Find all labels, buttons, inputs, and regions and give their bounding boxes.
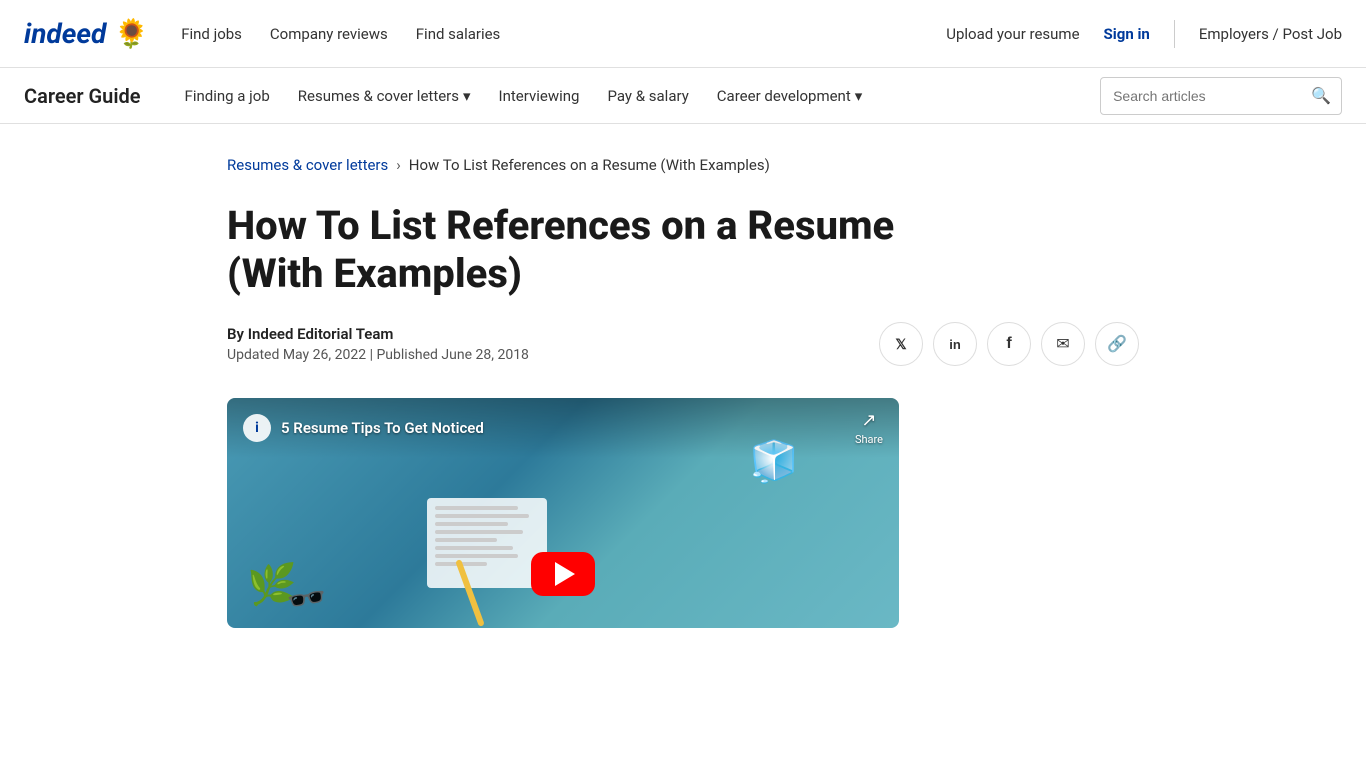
article-meta: By Indeed Editorial Team Updated May 26,…: [227, 322, 1139, 366]
video-overlay: [227, 398, 899, 628]
main-content: Resumes & cover letters › How To List Re…: [203, 124, 1163, 628]
search-button[interactable]: 🔍: [1301, 78, 1341, 114]
employers-link[interactable]: Employers / Post Job: [1199, 25, 1342, 43]
play-triangle-icon: [555, 562, 575, 586]
nav-company-reviews[interactable]: Company reviews: [270, 25, 388, 43]
breadcrumb-separator: ›: [396, 156, 401, 174]
search-icon: 🔍: [1311, 88, 1331, 105]
share-buttons: 𝕏 in f ✉ 🔗: [879, 322, 1139, 366]
facebook-icon: f: [1006, 335, 1011, 353]
link-icon: 🔗: [1107, 334, 1127, 354]
article-dates: Updated May 26, 2022 | Published June 28…: [227, 347, 879, 363]
nav-find-salaries[interactable]: Find salaries: [416, 25, 501, 43]
nav-interviewing[interactable]: Interviewing: [487, 68, 592, 124]
nav-finding-job[interactable]: Finding a job: [173, 68, 282, 124]
linkedin-icon: in: [949, 337, 961, 352]
twitter-icon: 𝕏: [895, 336, 906, 353]
share-twitter-button[interactable]: 𝕏: [879, 322, 923, 366]
dropdown-arrow-icon: ▾: [463, 87, 471, 105]
article-updated: Updated May 26, 2022: [227, 347, 366, 363]
sign-in-button[interactable]: Sign in: [1104, 25, 1150, 43]
meta-text-area: By Indeed Editorial Team Updated May 26,…: [227, 325, 879, 363]
email-icon: ✉: [1056, 334, 1069, 354]
search-input[interactable]: [1101, 80, 1301, 112]
indeed-logo[interactable]: indeed 🌻: [24, 17, 149, 50]
secondary-nav-links: Finding a job Resumes & cover letters ▾ …: [173, 68, 1101, 124]
article-title: How To List References on a Resume (With…: [227, 202, 927, 298]
career-guide-title: Career Guide: [24, 84, 141, 108]
article-author: By Indeed Editorial Team: [227, 325, 879, 343]
dropdown-arrow-icon-2: ▾: [855, 87, 863, 105]
video-play-button[interactable]: [531, 552, 595, 596]
video-thumbnail[interactable]: 🌿 🕶️ 🧊 i 5 Resume Tips To Get Noticed ↗ …: [227, 398, 899, 628]
nav-career-development[interactable]: Career development ▾: [705, 68, 874, 124]
logo-text: indeed: [24, 17, 106, 50]
upload-resume-link[interactable]: Upload your resume: [946, 25, 1079, 43]
search-area: 🔍: [1100, 77, 1342, 115]
nav-divider: [1174, 20, 1175, 48]
top-nav-right: Upload your resume Sign in Employers / P…: [946, 20, 1342, 48]
share-linkedin-button[interactable]: in: [933, 322, 977, 366]
breadcrumb: Resumes & cover letters › How To List Re…: [227, 156, 1139, 174]
logo-flower: 🌻: [114, 17, 149, 50]
secondary-navigation: Career Guide Finding a job Resumes & cov…: [0, 68, 1366, 124]
copy-link-button[interactable]: 🔗: [1095, 322, 1139, 366]
top-navigation: indeed 🌻 Find jobs Company reviews Find …: [0, 0, 1366, 68]
share-facebook-button[interactable]: f: [987, 322, 1031, 366]
nav-pay-salary[interactable]: Pay & salary: [595, 68, 700, 124]
share-email-button[interactable]: ✉: [1041, 322, 1085, 366]
breadcrumb-current: How To List References on a Resume (With…: [409, 156, 770, 174]
nav-resumes-cover-letters[interactable]: Resumes & cover letters ▾: [286, 68, 483, 124]
nav-find-jobs[interactable]: Find jobs: [181, 25, 242, 43]
breadcrumb-parent-link[interactable]: Resumes & cover letters: [227, 156, 388, 174]
top-nav-links: Find jobs Company reviews Find salaries: [181, 25, 946, 43]
article-published: Published June 28, 2018: [376, 347, 528, 363]
